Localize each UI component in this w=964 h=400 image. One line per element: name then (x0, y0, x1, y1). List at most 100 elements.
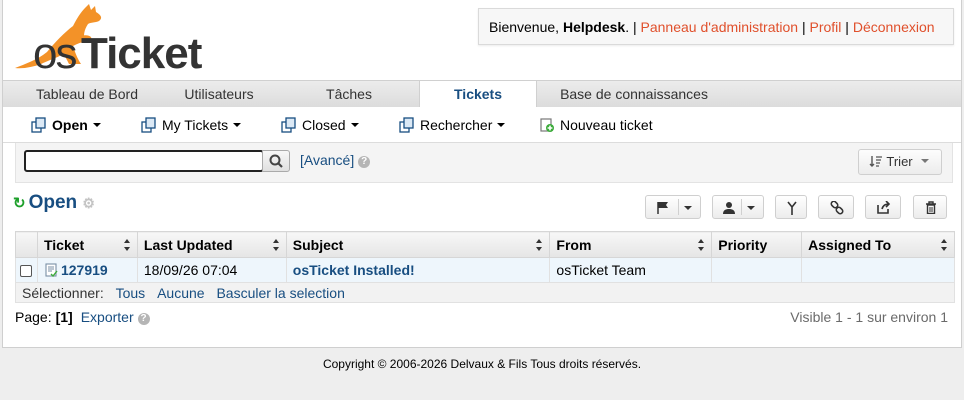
chevron-down-icon (350, 123, 359, 127)
column-header-ticket[interactable]: Ticket (36, 231, 138, 258)
welcome-text: Bienvenue, (489, 19, 563, 35)
column-header-label: Ticket (43, 236, 85, 253)
assigned-to-cell (801, 257, 955, 283)
advanced-search-link[interactable]: [Avancé] (300, 152, 354, 168)
delete-button[interactable] (913, 195, 947, 219)
column-header-label: Assigned To (808, 236, 892, 253)
kangaroo-logo-icon: os Ticket (15, 4, 204, 78)
select-controls: Sélectionner: Tous Aucune Basculer la se… (15, 282, 955, 303)
gear-icon[interactable]: ⚙ (82, 195, 95, 211)
page-container: os Ticket Bienvenue, Helpdesk. | Panneau… (2, 0, 962, 348)
help-icon[interactable]: ? (137, 313, 150, 325)
trash-icon (926, 201, 936, 214)
chevron-down-icon (920, 159, 929, 163)
new-ticket-icon (540, 118, 554, 132)
tab-users[interactable]: Utilisateurs (169, 81, 269, 108)
column-header-last-updated[interactable]: Last Updated (136, 231, 287, 258)
row-checkbox[interactable] (20, 265, 33, 278)
merge-button[interactable] (775, 195, 807, 219)
subnav-search[interactable]: Rechercher (399, 116, 506, 134)
column-header-label: Last Updated (143, 236, 233, 253)
search-bar: [Avancé] ? Trier (15, 143, 953, 183)
subnav-new-ticket-label: Nouveau ticket (560, 117, 653, 133)
subnav-closed-label: Closed (302, 117, 346, 133)
tab-knowledgebase[interactable]: Base de connaissances (549, 81, 719, 108)
toggle-selection-link[interactable]: Basculer la selection (216, 285, 344, 301)
last-updated-cell: 18/09/26 07:04 (136, 257, 287, 283)
subnav-search-label: Rechercher (420, 117, 493, 133)
main-nav: Tableau de Bord Utilisateurs Tâches Tick… (3, 80, 961, 108)
column-header-priority[interactable]: Priority (711, 231, 803, 258)
subnav-open-label: Open (52, 117, 88, 133)
subnav-closed[interactable]: Closed (281, 116, 359, 134)
flag-icon (657, 202, 668, 214)
column-header-subject[interactable]: Subject (285, 231, 551, 258)
queue-title: ↻ Open ⚙ (13, 192, 95, 214)
ticket-file-icon (45, 263, 58, 278)
table-header-row: Ticket Last Updated Subject From Priorit… (15, 231, 955, 258)
header: os Ticket Bienvenue, Helpdesk. | Panneau… (3, 0, 961, 78)
sort-icon (869, 156, 882, 167)
sort-label: Trier (886, 154, 913, 169)
admin-panel-link[interactable]: Panneau d'administration (641, 19, 799, 35)
queue-title-text[interactable]: Open (29, 192, 78, 213)
select-none-link[interactable]: Aucune (157, 285, 204, 301)
svg-text:Ticket: Ticket (81, 29, 203, 74)
share-button[interactable] (865, 195, 901, 219)
tickets-stack-icon (281, 117, 296, 133)
help-icon[interactable]: ? (358, 156, 371, 168)
column-header-assigned-to[interactable]: Assigned To (801, 231, 955, 258)
chevron-down-icon (233, 123, 242, 127)
column-header-from[interactable]: From (549, 231, 713, 258)
subnav-my-tickets[interactable]: My Tickets (141, 116, 242, 134)
footer-copyright: Copyright © 2006-2026 Delvaux & Fils Tou… (322, 357, 642, 371)
link-button[interactable] (818, 195, 854, 219)
page-label: Page: (15, 309, 52, 325)
merge-icon (787, 201, 797, 215)
subnav-new-ticket[interactable]: Nouveau ticket (539, 116, 653, 134)
priority-cell (711, 257, 803, 283)
tab-tickets[interactable]: Tickets (419, 80, 537, 108)
column-header-label: Subject (292, 236, 344, 253)
search-input[interactable] (24, 150, 264, 172)
link-icon (830, 201, 844, 215)
sort-arrows-icon (698, 239, 705, 251)
export-link[interactable]: Exporter (81, 309, 134, 325)
subject-cell: osTicket Installed! (285, 257, 551, 283)
ticket-number-cell: 127919 (36, 257, 138, 283)
sort-arrows-icon (941, 239, 947, 251)
sort-button[interactable]: Trier (858, 149, 942, 175)
select-all-link[interactable]: Tous (116, 285, 146, 301)
user-info-bar: Bienvenue, Helpdesk. | Panneau d'adminis… (478, 8, 954, 45)
column-header-label: From (556, 236, 592, 253)
advanced-search: [Avancé] ? (300, 152, 371, 168)
tab-dashboard[interactable]: Tableau de Bord (17, 81, 157, 108)
refresh-icon[interactable]: ↻ (13, 195, 26, 212)
share-icon (877, 201, 891, 214)
search-button[interactable] (262, 150, 290, 172)
subnav-my-tickets-label: My Tickets (162, 117, 229, 133)
column-header-label: Priority (718, 236, 768, 253)
select-row: Sélectionner: Tous Aucune Basculer la se… (15, 282, 955, 303)
pagination: Page: [1] Exporter ? (15, 309, 150, 325)
subject-link[interactable]: osTicket Installed! (293, 262, 415, 278)
select-column-header (15, 231, 38, 258)
ticket-number-link[interactable]: 127919 (61, 262, 108, 278)
table-row[interactable]: 127919 18/09/26 07:04 osTicket Installed… (15, 257, 955, 283)
logout-link[interactable]: Déconnexion (853, 19, 935, 35)
assign-user-icon (723, 202, 735, 214)
current-page: [1] (55, 309, 73, 325)
from-cell: osTicket Team (549, 257, 713, 283)
tickets-stack-icon (141, 117, 156, 133)
flag-dropdown-button[interactable] (645, 195, 701, 219)
logo[interactable]: os Ticket (11, 2, 221, 78)
chevron-down-icon (684, 206, 692, 210)
sort-arrows-icon (123, 239, 130, 251)
assign-dropdown-button[interactable] (712, 195, 764, 219)
profile-link[interactable]: Profil (810, 19, 842, 35)
ticket-subnav: Open My Tickets Closed Rechercher Nouvea… (3, 107, 961, 143)
subnav-open[interactable]: Open (31, 116, 101, 134)
username: Helpdesk (562, 19, 626, 35)
tab-tasks[interactable]: Tâches (299, 81, 399, 108)
tickets-stack-icon (31, 117, 46, 133)
